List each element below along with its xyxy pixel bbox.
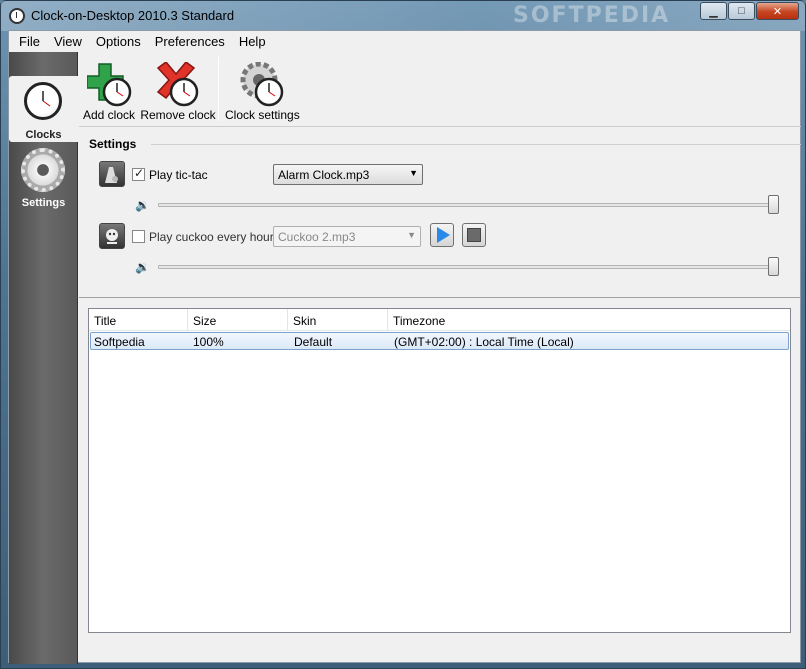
- stop-sound-button[interactable]: [462, 223, 486, 247]
- table-row[interactable]: Softpedia 100% Default (GMT+02:00) : Loc…: [90, 332, 789, 350]
- gear-icon: [21, 148, 65, 192]
- cell-skin: Default: [294, 335, 333, 349]
- cuckoo-sound-select[interactable]: Cuckoo 2.mp3 ▼: [273, 226, 421, 247]
- play-tictac-label: Play tic-tac: [149, 168, 208, 182]
- play-cuckoo-label: Play cuckoo every hour: [149, 230, 274, 244]
- menu-help[interactable]: Help: [232, 31, 273, 52]
- app-clock-icon[interactable]: [9, 8, 25, 24]
- play-cuckoo-checkbox[interactable]: [132, 230, 145, 243]
- close-icon: ✕: [772, 5, 783, 18]
- cuckoo-icon: [99, 223, 125, 249]
- maximize-icon: □: [738, 5, 745, 17]
- menu-file[interactable]: File: [12, 31, 47, 52]
- app-window: Clock-on-Desktop 2010.3 Standard SOFTPED…: [0, 0, 806, 669]
- nav-settings[interactable]: Settings: [9, 144, 78, 210]
- chevron-down-icon: ▼: [407, 230, 416, 240]
- nav-settings-label: Settings: [21, 197, 66, 209]
- nav-clocks-label: Clocks: [25, 129, 62, 141]
- menu-view[interactable]: View: [47, 31, 89, 52]
- toolbar: Add clock Remove clock Clock settings: [79, 52, 801, 127]
- toolbar-separator: [218, 57, 219, 121]
- cuckoo-volume-thumb[interactable]: [768, 257, 779, 276]
- stop-icon: [467, 228, 481, 242]
- chevron-down-icon: ▼: [409, 168, 418, 178]
- clock-icon: [24, 82, 62, 120]
- tictac-sound-select[interactable]: Alarm Clock.mp3 ▼: [273, 164, 423, 185]
- add-clock-icon: [87, 63, 132, 107]
- play-sound-button[interactable]: [430, 223, 454, 247]
- left-navigation: Clocks Settings: [9, 52, 78, 664]
- add-clock-label: Add clock: [83, 108, 136, 122]
- settings-heading: Settings: [89, 137, 137, 151]
- tictac-volume-track[interactable]: [158, 203, 778, 207]
- cell-title: Softpedia: [94, 335, 145, 349]
- column-size[interactable]: Size: [188, 309, 288, 331]
- title-bar[interactable]: Clock-on-Desktop 2010.3 Standard SOFTPED…: [1, 1, 805, 31]
- client-area: File View Options Preferences Help Clock…: [8, 30, 801, 664]
- watermark: SOFTPEDIA: [513, 3, 671, 28]
- minimize-icon: ▁: [709, 5, 718, 18]
- cuckoo-sound-value: Cuckoo 2.mp3: [278, 230, 356, 244]
- clocks-table[interactable]: Title Size Skin Timezone Softpedia 100% …: [88, 308, 791, 633]
- volume-icon: 🔉: [135, 198, 150, 212]
- menu-options[interactable]: Options: [89, 31, 148, 52]
- close-button[interactable]: ✕: [756, 2, 799, 20]
- window-controls: ▁ □ ✕: [699, 2, 799, 20]
- tictac-volume-thumb[interactable]: [768, 195, 779, 214]
- play-icon: [437, 227, 450, 243]
- remove-clock-label: Remove clock: [140, 108, 216, 122]
- column-title[interactable]: Title: [89, 309, 188, 331]
- menu-bar: File View Options Preferences Help: [9, 31, 800, 52]
- remove-clock-icon: [156, 62, 199, 107]
- cell-size: 100%: [193, 335, 224, 349]
- clock-settings-icon: [240, 62, 284, 107]
- maximize-button[interactable]: □: [728, 2, 755, 20]
- tictac-sound-value: Alarm Clock.mp3: [278, 168, 370, 182]
- section-divider: [79, 297, 801, 298]
- add-clock-button[interactable]: Add clock: [83, 52, 136, 127]
- window-title: Clock-on-Desktop 2010.3 Standard: [31, 8, 235, 23]
- cell-timezone: (GMT+02:00) : Local Time (Local): [394, 335, 574, 349]
- clock-settings-label: Clock settings: [225, 108, 300, 122]
- play-tictac-checkbox[interactable]: [132, 166, 145, 181]
- remove-clock-button[interactable]: Remove clock: [140, 52, 216, 127]
- minimize-button[interactable]: ▁: [700, 2, 727, 20]
- volume-icon: 🔉: [135, 260, 150, 274]
- column-timezone[interactable]: Timezone: [388, 309, 790, 331]
- menu-preferences[interactable]: Preferences: [148, 31, 232, 52]
- clock-settings-button[interactable]: Clock settings: [225, 52, 300, 127]
- settings-heading-rule: [151, 144, 801, 145]
- cuckoo-volume-track[interactable]: [158, 265, 778, 269]
- column-skin[interactable]: Skin: [288, 309, 388, 331]
- metronome-icon: [99, 161, 125, 187]
- nav-clocks[interactable]: Clocks: [9, 76, 78, 142]
- table-header: Title Size Skin Timezone: [89, 309, 790, 331]
